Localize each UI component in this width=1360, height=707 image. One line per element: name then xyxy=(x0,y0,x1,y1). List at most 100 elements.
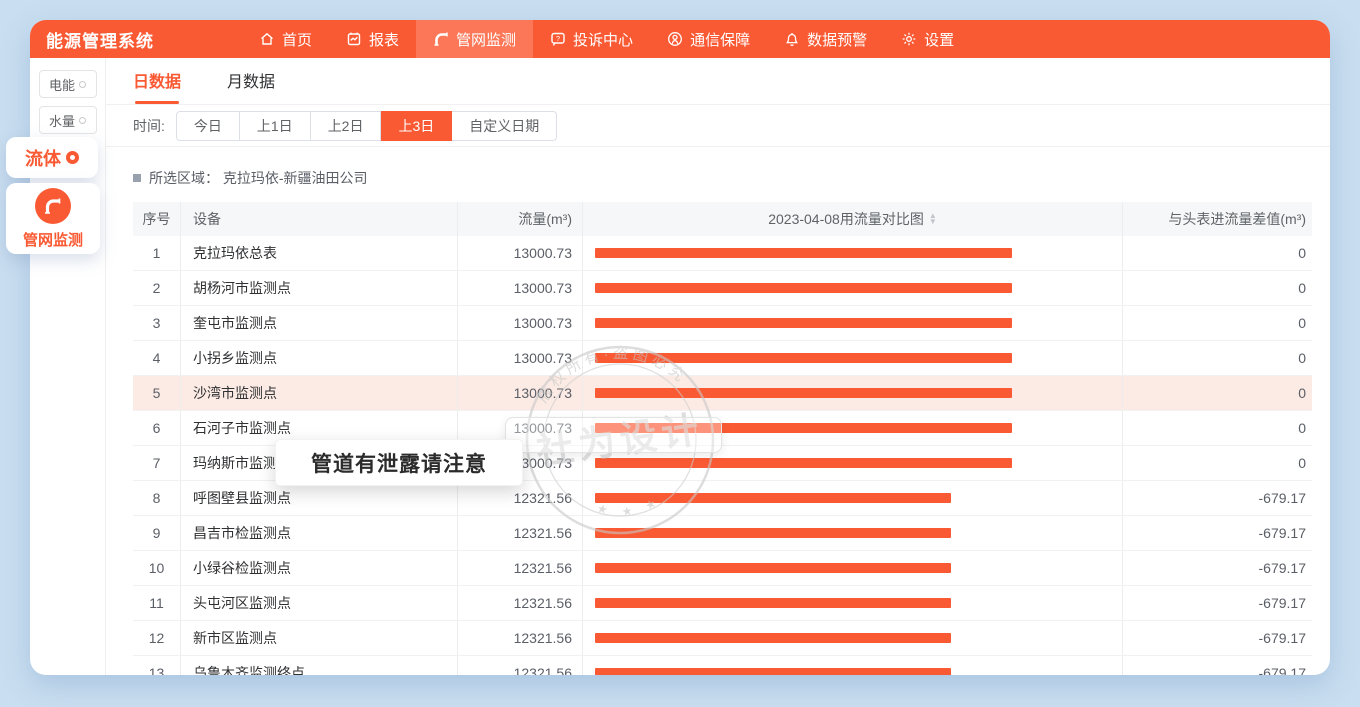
cell-diff: -679.17 xyxy=(1123,621,1312,655)
header-no: 序号 xyxy=(133,202,181,236)
table-header-row: 序号 设备 流量(m³) 2023-04-08用流量对比图 ▲▼ 与头表进流量差… xyxy=(133,202,1312,236)
sidebar-item-pipe-monitoring[interactable]: 管网监测 xyxy=(6,183,100,254)
bar-track xyxy=(595,283,1122,293)
cell-flow-bar xyxy=(583,341,1123,375)
cell-no: 4 xyxy=(133,341,181,375)
bar-track xyxy=(595,563,1122,573)
gear-icon xyxy=(901,31,917,47)
cell-flow-bar xyxy=(583,516,1123,550)
time-option-4[interactable]: 自定义日期 xyxy=(452,111,557,141)
bar-track xyxy=(595,493,1122,503)
cell-flow: 13000.73 xyxy=(458,341,583,375)
table-row[interactable]: 4小拐乡监测点13000.730 xyxy=(133,341,1312,376)
time-option-1[interactable]: 上1日 xyxy=(240,111,311,141)
sort-icon[interactable]: ▲▼ xyxy=(929,213,937,225)
cell-no: 8 xyxy=(133,481,181,515)
sidebar-item-fluid[interactable]: 流体 xyxy=(6,137,98,178)
tab-monthly-data[interactable]: 月数据 xyxy=(227,68,275,104)
cell-flow: 13000.73 xyxy=(458,306,583,340)
table-row[interactable]: 9昌吉市检监测点12321.56-679.17 xyxy=(133,516,1312,551)
cell-no: 9 xyxy=(133,516,181,550)
table-row[interactable]: 13乌鲁木齐监测终点12321.56-679.17 xyxy=(133,656,1312,675)
bar-track xyxy=(595,528,1122,538)
cell-diff: -679.17 xyxy=(1123,516,1312,550)
tab-daily-data[interactable]: 日数据 xyxy=(133,68,181,104)
cell-flow: 12321.56 xyxy=(458,586,583,620)
bar-track xyxy=(595,458,1122,468)
cell-diff: 0 xyxy=(1123,376,1312,410)
cell-flow: 12321.56 xyxy=(458,551,583,585)
nav-item-pipe[interactable]: 管网监测 xyxy=(416,20,533,58)
cell-flow-bar xyxy=(583,481,1123,515)
nav-item-home[interactable]: 首页 xyxy=(242,20,329,58)
nav-item-label: 管网监测 xyxy=(456,29,516,50)
header-chart: 2023-04-08用流量对比图 ▲▼ xyxy=(583,202,1123,236)
cell-no: 3 xyxy=(133,306,181,340)
bar-track xyxy=(595,353,1122,363)
header-flow: 流量(m³) xyxy=(458,202,583,236)
cell-flow: 12321.56 xyxy=(458,621,583,655)
nav-item-report[interactable]: 报表 xyxy=(329,20,416,58)
cell-flow-bar xyxy=(583,551,1123,585)
cell-no: 1 xyxy=(133,236,181,270)
flow-bar xyxy=(595,633,951,643)
cell-diff: -679.17 xyxy=(1123,551,1312,585)
cell-flow: 12321.56 xyxy=(458,481,583,515)
cell-device: 小拐乡监测点 xyxy=(181,341,458,375)
cell-no: 2 xyxy=(133,271,181,305)
table-row[interactable]: 3奎屯市监测点13000.730 xyxy=(133,306,1312,341)
nav-item-bell[interactable]: 数据预警 xyxy=(767,20,884,58)
sidebar-toggles: 电能水量 xyxy=(30,70,105,134)
cell-no: 7 xyxy=(133,446,181,480)
sidebar-toggle-电能[interactable]: 电能 xyxy=(39,70,97,98)
time-option-2[interactable]: 上2日 xyxy=(311,111,382,141)
table-row[interactable]: 1克拉玛依总表13000.730 xyxy=(133,236,1312,271)
time-filter-row: 时间: 今日上1日上2日上3日自定义日期 xyxy=(106,105,1330,147)
pipe-icon xyxy=(35,188,71,224)
leak-highlight-box xyxy=(505,417,722,453)
nav-menu: 首页报表 管网监测 ?投诉中心通信保障数据预警 设置 xyxy=(242,20,971,58)
region-label: 所选区域： 克拉玛依-新疆油田公司 xyxy=(149,168,368,188)
cell-diff: 0 xyxy=(1123,411,1312,445)
cell-device: 沙湾市监测点 xyxy=(181,376,458,410)
cell-flow: 13000.73 xyxy=(458,271,583,305)
main-content: 日数据 月数据 时间: 今日上1日上2日上3日自定义日期 所选区域： 克拉玛依-新… xyxy=(106,58,1330,675)
nav-item-complaint[interactable]: ?投诉中心 xyxy=(533,20,650,58)
table-row[interactable]: 2胡杨河市监测点13000.730 xyxy=(133,271,1312,306)
cell-flow-bar xyxy=(583,656,1123,675)
nav-item-comm[interactable]: 通信保障 xyxy=(650,20,767,58)
cell-no: 5 xyxy=(133,376,181,410)
time-option-3[interactable]: 上3日 xyxy=(381,111,452,141)
time-filter-label: 时间: xyxy=(133,116,165,136)
cell-no: 11 xyxy=(133,586,181,620)
bar-track xyxy=(595,318,1122,328)
app-stage: 能源管理系统 首页报表管网监测?投诉中心通信保障数据预警设置 电能水量 日数据月… xyxy=(0,0,1360,707)
bell-icon xyxy=(784,31,800,47)
flow-bar xyxy=(595,493,951,503)
cell-flow-bar xyxy=(583,236,1123,270)
cell-diff: 0 xyxy=(1123,446,1312,480)
table-row[interactable]: 5沙湾市监测点13000.730 xyxy=(133,376,1312,411)
flow-bar xyxy=(595,668,951,675)
nav-item-label: 设置 xyxy=(924,29,954,50)
sidebar-toggle-水量[interactable]: 水量 xyxy=(39,106,97,134)
sidebar-toggle-label: 水量 xyxy=(49,111,75,130)
nav-item-gear[interactable]: 设置 xyxy=(884,20,971,58)
fluid-radio-icon xyxy=(66,151,79,164)
bar-track xyxy=(595,633,1122,643)
cell-device: 昌吉市检监测点 xyxy=(181,516,458,550)
cell-device: 奎屯市监测点 xyxy=(181,306,458,340)
region-prefix: 所选区域： xyxy=(149,170,219,186)
cell-flow-bar xyxy=(583,586,1123,620)
table-row[interactable]: 8呼图壁县监测点12321.56-679.17 xyxy=(133,481,1312,516)
table-row[interactable]: 11头屯河区监测点12321.56-679.17 xyxy=(133,586,1312,621)
flow-bar xyxy=(595,388,1012,398)
radio-icon xyxy=(79,81,86,88)
table-row[interactable]: 12新市区监测点12321.56-679.17 xyxy=(133,621,1312,656)
window-body: 电能水量 日数据 月数据 时间: 今日上1日上2日上3日自定义日期 所选区域： 克… xyxy=(30,58,1330,675)
table-row[interactable]: 10小绿谷检监测点12321.56-679.17 xyxy=(133,551,1312,586)
time-option-0[interactable]: 今日 xyxy=(176,111,240,141)
cell-no: 12 xyxy=(133,621,181,655)
cell-device: 小绿谷检监测点 xyxy=(181,551,458,585)
cell-diff: 0 xyxy=(1123,271,1312,305)
